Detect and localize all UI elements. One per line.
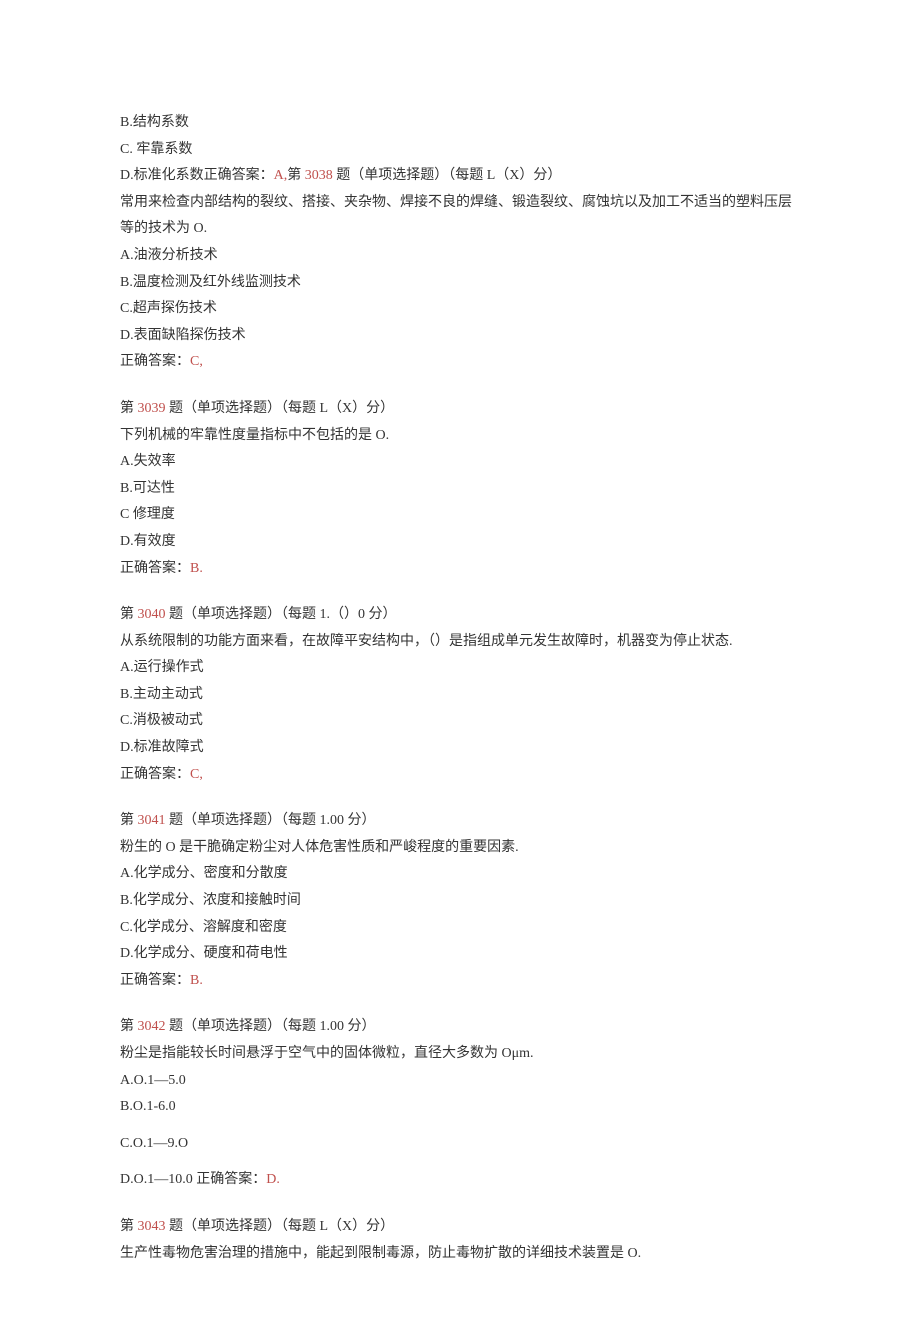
- q3040-option-c: C.消极被动式: [120, 708, 800, 735]
- q3038-title-line: D.标准化系数正确答案：A,第 3038 题（单项选择题）（每题 L（X）分）: [120, 163, 800, 190]
- q3037-option-b: B.结构系数: [120, 110, 800, 137]
- q3040-stem: 从系统限制的功能方面来看，在故障平安结构中，（）是指组成单元发生故障时，机器变为…: [120, 629, 800, 656]
- q3037-option-d-prefix: D.标准化系数正确答案：: [120, 168, 274, 183]
- q3041-option-a: A.化学成分、密度和分散度: [120, 861, 800, 888]
- q3041-answer: B.: [190, 973, 203, 988]
- q3043-title-line: 第 3043 题（单项选择题）（每题 L（X）分）: [120, 1214, 800, 1241]
- q3038-answer-label: 正确答案：: [120, 354, 190, 369]
- q3038-number: 3038: [305, 168, 333, 183]
- q3039-option-b: B.可达性: [120, 476, 800, 503]
- q3041-number: 3041: [138, 813, 166, 828]
- page-container: B.结构系数 C. 牢靠系数 D.标准化系数正确答案：A,第 3038 题（单项…: [0, 0, 920, 1327]
- spacer: [120, 582, 800, 602]
- q3043-stem: 生产性毒物危害治理的措施中，能起到限制毒源，防止毒物扩散的详细技术装置是 O.: [120, 1241, 800, 1268]
- q3039-answer-label: 正确答案：: [120, 561, 190, 576]
- q3040-answer-line: 正确答案：C,: [120, 762, 800, 789]
- q3043-title-post: 题（单项选择题）（每题 L（X）分）: [166, 1219, 395, 1234]
- q3043-number: 3043: [138, 1219, 166, 1234]
- q3038-option-b: B.温度检测及红外线监测技术: [120, 270, 800, 297]
- q3041-option-c: C.化学成分、溶解度和密度: [120, 915, 800, 942]
- spacer: [120, 788, 800, 808]
- q3041-option-d: D.化学成分、硬度和荷电性: [120, 941, 800, 968]
- spacer: [120, 376, 800, 396]
- q3040-title-pre: 第: [120, 607, 138, 622]
- q3042-option-c: C.O.1—9.O: [120, 1131, 800, 1158]
- q3041-stem: 粉生的 O 是干脆确定粉尘对人体危害性质和严峻程度的重要因素.: [120, 835, 800, 862]
- q3041-answer-line: 正确答案：B.: [120, 968, 800, 995]
- q3042-option-a: A.O.1—5.0: [120, 1068, 800, 1095]
- q3038-option-c: C.超声探伤技术: [120, 296, 800, 323]
- q3040-answer-label: 正确答案：: [120, 767, 190, 782]
- q3040-answer: C,: [190, 767, 203, 782]
- q3039-option-a: A.失效率: [120, 449, 800, 476]
- spacer: [120, 994, 800, 1014]
- q3042-answer: D.: [266, 1172, 280, 1187]
- q3041-title-pre: 第: [120, 813, 138, 828]
- q3039-option-c: C 修理度: [120, 502, 800, 529]
- q3038-answer: C,: [190, 354, 203, 369]
- q3039-title-pre: 第: [120, 401, 138, 416]
- q3040-option-a: A.运行操作式: [120, 655, 800, 682]
- q3039-option-d: D.有效度: [120, 529, 800, 556]
- q3040-title-line: 第 3040 题（单项选择题）（每题 1.（）0 分）: [120, 602, 800, 629]
- q3042-title-pre: 第: [120, 1019, 138, 1034]
- q3039-title-post: 题（单项选择题）（每题 L（X）分）: [166, 401, 395, 416]
- q3041-option-b: B.化学成分、浓度和接触时间: [120, 888, 800, 915]
- q3041-title-line: 第 3041 题（单项选择题）（每题 1.00 分）: [120, 808, 800, 835]
- q3040-number: 3040: [138, 607, 166, 622]
- q3039-answer-line: 正确答案：B.: [120, 556, 800, 583]
- q3038-option-a: A.油液分析技术: [120, 243, 800, 270]
- q3039-title-line: 第 3039 题（单项选择题）（每题 L（X）分）: [120, 396, 800, 423]
- q3043-title-pre: 第: [120, 1219, 138, 1234]
- q3040-title-post: 题（单项选择题）（每题 1.（）0 分）: [166, 607, 397, 622]
- q3042-number: 3042: [138, 1019, 166, 1034]
- q3042-title-post: 题（单项选择题）（每题 1.00 分）: [166, 1019, 376, 1034]
- spacer-small: [120, 1121, 800, 1131]
- q3042-title-line: 第 3042 题（单项选择题）（每题 1.00 分）: [120, 1014, 800, 1041]
- q3041-answer-label: 正确答案：: [120, 973, 190, 988]
- q3038-answer-line: 正确答案：C,: [120, 349, 800, 376]
- q3037-option-c: C. 牢靠系数: [120, 137, 800, 164]
- q3040-option-d: D.标准故障式: [120, 735, 800, 762]
- q3038-title-post: 题（单项选择题）（每题 L（X）分）: [333, 168, 562, 183]
- spacer: [120, 1194, 800, 1214]
- q3042-option-b: B.O.1-6.0: [120, 1094, 800, 1121]
- spacer-small: [120, 1157, 800, 1167]
- q3042-option-d-line: D.O.1—10.0 正确答案：D.: [120, 1167, 800, 1194]
- q3041-title-post: 题（单项选择题）（每题 1.00 分）: [166, 813, 376, 828]
- q3037-answer-letter: A,: [274, 168, 288, 183]
- q3040-option-b: B.主动主动式: [120, 682, 800, 709]
- q3039-answer: B.: [190, 561, 203, 576]
- q3039-number: 3039: [138, 401, 166, 416]
- q3042-stem: 粉尘是指能较长时间悬浮于空气中的固体微粒，直径大多数为 Oμm.: [120, 1041, 800, 1068]
- q3038-stem: 常用来检查内部结构的裂纹、搭接、夹杂物、焊接不良的焊缝、锻造裂纹、腐蚀坑以及加工…: [120, 190, 800, 243]
- q3039-stem: 下列机械的牢靠性度量指标中不包括的是 O.: [120, 423, 800, 450]
- q3042-option-d-prefix: D.O.1—10.0 正确答案：: [120, 1172, 266, 1187]
- q3038-option-d: D.表面缺陷探伤技术: [120, 323, 800, 350]
- q3038-title-pre: 第: [287, 168, 305, 183]
